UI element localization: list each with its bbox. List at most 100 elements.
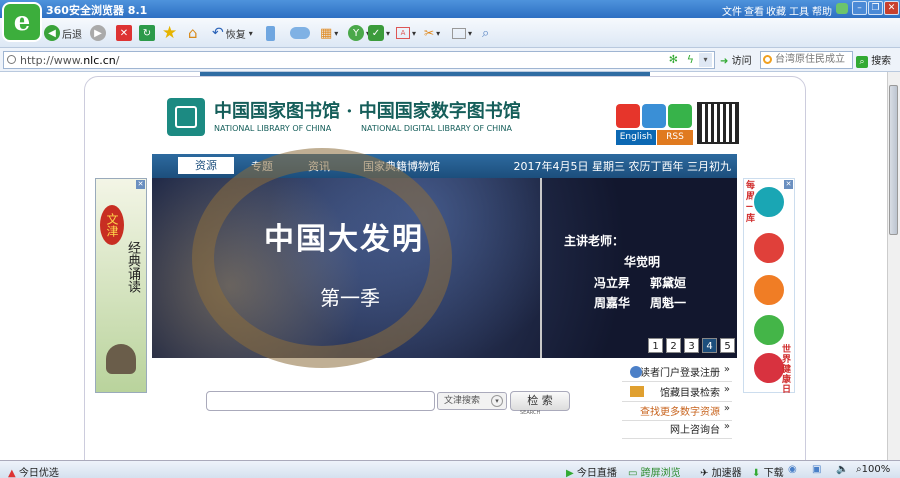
banner[interactable]: 中国大发明 第一季 主讲老师： 华觉明 冯立昇 郭黛姮 周嘉华 周魁一 1 2 … [152,148,737,368]
security-button[interactable]: ✓ ▾ [368,23,390,43]
gear-icon[interactable]: ✻ [669,53,678,66]
banner-page-4[interactable]: 4 [702,338,717,353]
address-input[interactable]: http://www. nlc.cn / ✻ ϟ ▾ [3,51,715,69]
dropdown-icon[interactable]: ▾ [699,53,712,67]
url-domain: nlc.cn [83,53,116,67]
restore-button[interactable]: ↶ 恢复 ▾ [212,23,253,43]
site-title-en: NATIONAL LIBRARY OF CHINA [214,124,332,133]
online-consult-label: 网上咨询台 [670,425,720,436]
menu-help[interactable]: 帮助 [812,3,832,18]
visit-button[interactable]: ➜ 访问 [720,52,752,67]
menu-tools[interactable]: 工具 [789,3,809,18]
nlc-logo-icon[interactable] [167,98,205,136]
lecturer-name: 郭黛姮 [650,276,687,290]
banner-page-2[interactable]: 2 [666,338,681,353]
catalog-search-button[interactable]: 检 索 SEARCH [510,391,570,416]
shield-icon: ✓ [368,25,384,41]
menu-file[interactable]: 文件 [722,3,742,18]
home-button[interactable]: ⌂ [188,23,198,43]
window-icon[interactable]: ▣ [812,464,821,475]
today-picks[interactable]: ▲ 今日优选 [8,464,59,478]
toolbar: ◀ 后退 ▶ ✕ ↻ ★ ⌂ ↶ 恢复 ▾ ▦▾ Y▾ ✓▾ A▾ ✂▾ ▾ ⌕ [0,18,900,48]
flame-icon: ▲ [8,468,16,478]
rss-link[interactable]: RSS [657,130,693,145]
test-tube-icon [752,273,786,307]
incense-burner-icon [106,344,136,374]
search-type-label: 文津搜索 [444,396,481,406]
online-consult-link[interactable]: 网上咨询台 [622,421,732,439]
search-type-select[interactable]: 文津搜索 ▾ [437,392,507,410]
close-button[interactable]: ✕ [884,1,899,15]
chevron-down-icon: ▾ [412,28,417,38]
search-app-icon[interactable] [642,104,666,128]
apps-button[interactable]: ▦ ▾ [320,23,338,43]
download-label: 下载 [763,468,784,478]
cross-screen-button[interactable]: ▭ 跨屏浏览 [628,464,681,478]
cloud-icon [290,27,310,39]
favorite-button[interactable]: ★ [162,23,177,43]
zoom-control[interactable]: ⌕100% [856,464,890,475]
banner-page-1[interactable]: 1 [648,338,663,353]
minimize-button[interactable]: – [852,1,867,15]
catalog-search-input[interactable] [206,391,435,411]
download-button[interactable]: ⬇ 下载 [752,464,784,478]
banner-page-5[interactable]: 5 [720,338,735,353]
refresh-icon: ↻ [139,25,155,41]
lightning-icon[interactable]: ϟ [687,53,694,66]
font-button[interactable]: A ▾ [396,23,416,43]
catalog-link-label: 馆藏目录检索 [660,388,720,399]
menu-view[interactable]: 查看 [744,3,764,18]
weibo-icon[interactable] [616,104,640,128]
wechat-icon[interactable] [668,104,692,128]
menu-favorites[interactable]: 收藏 [766,3,786,18]
maximize-button[interactable]: ❐ [868,1,883,15]
catalog-search-link[interactable]: 馆藏目录检索 [622,384,732,402]
close-icon[interactable]: ✕ [784,180,793,189]
forward-arrow-icon: ▶ [90,25,106,41]
image-button[interactable]: ▾ [452,23,472,43]
site-title[interactable]: 中国国家图书馆 · 中国国家数字图书馆 [214,97,521,123]
banner-page-3[interactable]: 3 [684,338,699,353]
font-icon: A [396,27,410,39]
search-button[interactable]: ⌕ 搜索 [856,52,891,68]
chevron-down-icon: ▾ [334,28,339,38]
top-strip [200,72,650,76]
shield-status-icon[interactable]: ◉ [788,464,797,475]
live-button[interactable]: ▶ 今日直播 [566,464,617,478]
site-title-en-digital: NATIONAL DIGITAL LIBRARY OF CHINA [361,124,512,133]
banner-title: 中国大发明 [264,222,424,257]
zoom-button[interactable]: ⌕ [482,23,489,43]
scrollbar-thumb[interactable] [889,85,898,235]
volume-icon[interactable]: 🔈 [836,464,848,475]
chevron-down-icon: ▾ [491,395,503,407]
translate-button[interactable]: Y▾ [348,23,370,43]
digital-resources-link[interactable]: 查找更多数字资源 [622,403,732,421]
skin-icon[interactable] [836,3,848,14]
phone-button[interactable] [266,23,275,43]
zoom-label: 100% [861,464,891,475]
scissors-icon: ✂ [424,26,435,40]
restore-label: 恢复 [225,29,246,41]
chevron-down-icon: ▾ [468,28,473,38]
lecturer-name: 周魁一 [650,296,687,310]
left-ad-text: 经典诵读 [125,241,140,293]
nav-resources[interactable]: 资源 [178,157,234,174]
back-arrow-icon: ◀ [44,25,60,41]
close-icon[interactable]: ✕ [136,180,145,189]
search-text: 台湾原住民成立 [775,54,845,65]
forward-button[interactable]: ▶ [90,23,106,43]
catalog-search-sub: SEARCH [520,410,541,416]
image-icon [452,27,466,39]
left-side-ad[interactable]: ✕ 文津 经典诵读 [95,178,147,393]
accelerator-button[interactable]: ✈ 加速器 [700,464,742,478]
screenshot-button[interactable]: ✂ ▾ [424,23,440,43]
refresh-button[interactable]: ↻ [139,23,155,43]
stop-button[interactable]: ✕ [116,23,132,43]
english-link[interactable]: English [616,130,656,145]
cloud-button[interactable] [290,23,310,43]
right-side-ad[interactable]: ✕ 每周一库 世界健康日 [743,178,795,395]
reader-portal-link[interactable]: 读者门户登录注册 [622,364,732,382]
search-input[interactable]: 台湾原住民成立 [760,51,853,69]
back-button[interactable]: ◀ 后退 [44,23,82,43]
play-icon: ▶ [566,468,574,478]
